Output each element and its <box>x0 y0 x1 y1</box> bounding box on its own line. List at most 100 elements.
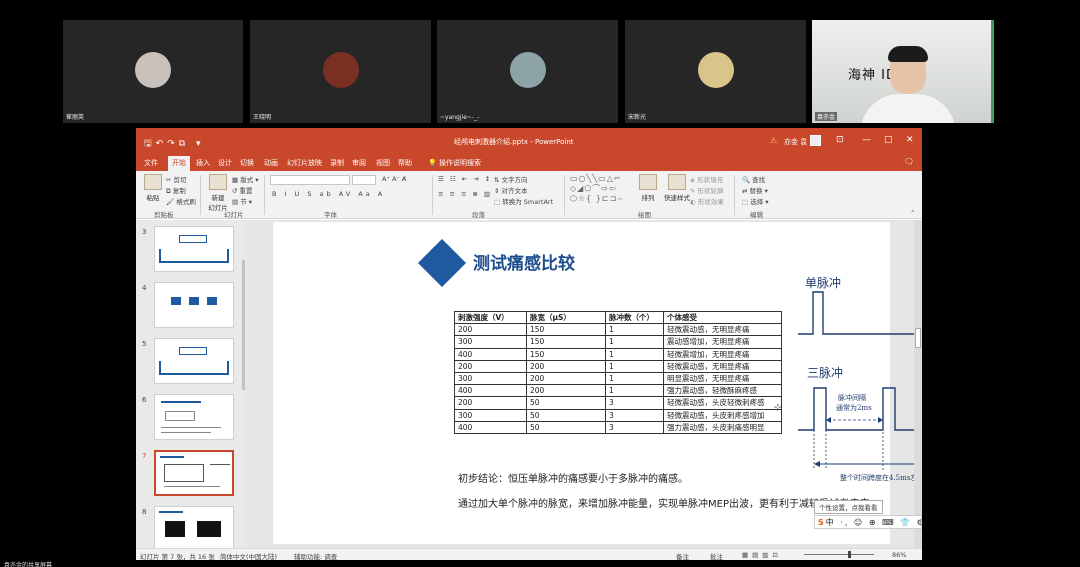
align-buttons[interactable]: ≡ ≡ ≡ ≣ ▥ <box>438 190 492 198</box>
close-button[interactable]: ✕ <box>906 135 914 145</box>
slide-thumbnail[interactable]: 8 <box>136 506 246 554</box>
conclusion-text-1[interactable]: 初步结论：恒压单脉冲的痛感要小于多脉冲的痛感。 <box>458 470 688 485</box>
participant-tile[interactable]: 宋新光 <box>625 20 806 123</box>
tab-insert[interactable]: 插入 <box>196 158 210 168</box>
warning-icon[interactable]: ⚠ <box>770 136 777 145</box>
font-size-grow-icon[interactable]: A⁺ A⁻ A̸ <box>382 175 406 183</box>
tab-file[interactable]: 文件 <box>144 158 158 168</box>
accessibility-status[interactable]: 辅助功能: 调查 <box>294 551 337 560</box>
header-pulse-width: 脉宽（μS） <box>526 310 606 325</box>
slide-scrollbar[interactable] <box>914 220 922 548</box>
slide-thumbnail[interactable]: 6 <box>136 394 246 442</box>
arrange-button[interactable]: 排列 <box>638 174 658 202</box>
document-title: 经颅电刺激器介绍.pptx - PowerPoint <box>454 138 574 146</box>
group-label-clipboard: 剪贴板 <box>154 211 174 219</box>
slide-thumbnail[interactable]: 4 <box>136 282 246 330</box>
quick-styles-button[interactable]: 快速样式 <box>663 174 691 202</box>
thumbnail-number: 3 <box>142 228 147 236</box>
table-cell: 震动感增加，无明显疼痛 <box>663 335 782 349</box>
cut-label: 剪切 <box>173 176 187 184</box>
comment-icon[interactable]: 🗨 <box>904 157 914 166</box>
participant-avatar <box>135 52 171 88</box>
paste-button[interactable]: 粘贴 <box>142 174 164 202</box>
participant-tile[interactable]: ~yangjie~-_- <box>437 20 618 123</box>
font-family-select[interactable] <box>270 175 350 185</box>
shape-fill-button[interactable]: ◈ 形状填充 <box>690 174 723 184</box>
slide-thumbnail[interactable]: 5 <box>136 338 246 386</box>
thumbnail-image <box>154 282 234 328</box>
group-label-editing: 编辑 <box>750 211 763 219</box>
list-buttons[interactable]: ☰ ☷ ⇤ ⇥ ↕ <box>438 175 492 183</box>
view-buttons[interactable]: ▦▤▥⊡ <box>742 551 782 559</box>
comments-button[interactable]: 批注 <box>710 551 723 560</box>
slide-title[interactable]: 测试痛感比较 <box>473 249 575 274</box>
tab-view[interactable]: 视图 <box>376 158 390 168</box>
table-cell: 1 <box>605 384 664 398</box>
participant-tile[interactable]: 王晓明 <box>250 20 431 123</box>
collapse-ribbon-icon[interactable]: ⌃ <box>910 209 915 217</box>
cut-button[interactable]: ✂ 剪切 <box>166 174 187 184</box>
font-size-select[interactable] <box>352 175 376 185</box>
table-row: 400 200 1 强力震动感，轻微酥麻疼感 <box>454 384 782 398</box>
tell-me-search[interactable]: 💡 操作说明搜索 <box>428 158 481 168</box>
participant-tile[interactable]: 崔丽英 <box>63 20 243 123</box>
participant-video-tile[interactable]: 海神 IDON 袁亦金 <box>812 20 994 123</box>
title-bar: 🖫↶↷⧉ ▾ 经颅电刺激器介绍.pptx - PowerPoint ⚠ 亦金 袁… <box>136 128 922 155</box>
tab-transitions[interactable]: 切换 <box>240 158 254 168</box>
quick-styles-icon <box>668 174 686 190</box>
user-name[interactable]: 亦金 袁 <box>784 137 807 147</box>
shape-outline-button[interactable]: ✎ 形状轮廓 <box>690 185 724 195</box>
current-slide[interactable]: 测试痛感比较 刺激强度（V） 脉宽（μS） 脉冲数（个） 个体感受 200 150… <box>273 222 922 544</box>
language-status[interactable]: 简体中文(中国大陆) <box>220 551 277 560</box>
quick-access-toolbar[interactable]: 🖫↶↷⧉ ▾ <box>144 136 205 152</box>
section-button[interactable]: ▤ 节 ▾ <box>232 196 252 206</box>
zoom-slider-thumb[interactable] <box>848 551 851 558</box>
new-slide-button[interactable]: 新建 幻灯片 <box>206 174 230 212</box>
span-arrowhead-left <box>814 461 820 467</box>
table-cell: 400 <box>454 420 527 434</box>
span-label: 整个时间跨度在4.5ms左右 <box>840 473 922 482</box>
user-avatar-icon[interactable] <box>810 135 821 146</box>
align-text-button[interactable]: ⇕ 对齐文本 <box>494 185 528 195</box>
copy-button[interactable]: ⧉ 复制 <box>166 185 186 196</box>
table-cell: 轻微震动感，头皮刺疼感增加 <box>663 408 782 422</box>
find-button[interactable]: 🔍 查找 <box>742 174 765 184</box>
slide-thumbnail[interactable]: 3 <box>136 226 246 274</box>
layout-button[interactable]: ▦ 版式 ▾ <box>232 174 259 184</box>
text-direction-button[interactable]: ⇅ 文字方向 <box>494 174 528 184</box>
font-format-buttons[interactable]: B I U S ab AV Aa A <box>272 190 385 198</box>
tab-review[interactable]: 审阅 <box>352 158 366 168</box>
ime-toolbar[interactable]: S中 ·, ☺ ⊕ ⌨ 👕 ⚙ <box>814 515 922 529</box>
tab-animations[interactable]: 动画 <box>264 158 278 168</box>
shapes-gallery[interactable]: ▭○╲╲▭△⌐ ◇◢⬠⌒⇨⇦ ⬡☆{ }⊏⊐⌢ <box>570 174 634 204</box>
replace-button[interactable]: ⇄ 替换 ▾ <box>742 185 768 195</box>
format-painter-button[interactable]: 🖌 格式刷 <box>166 196 196 206</box>
zoom-slider[interactable] <box>804 554 874 555</box>
reset-button[interactable]: ↺ 重置 <box>232 185 253 195</box>
thumbnail-number: 6 <box>142 396 147 404</box>
tab-help[interactable]: 帮助 <box>398 158 412 168</box>
participant-name: 王晓明 <box>253 114 272 121</box>
table-cell: 3 <box>605 408 664 422</box>
select-button[interactable]: ⬚ 选择 ▾ <box>742 196 769 206</box>
shape-effects-button[interactable]: ◐ 形状效果 <box>690 196 724 206</box>
smartart-button[interactable]: ⬚ 转换为 SmartArt <box>494 196 553 206</box>
arrange-label: 排列 <box>641 194 655 202</box>
tab-record[interactable]: 录制 <box>330 158 344 168</box>
tab-slideshow[interactable]: 幻灯片放映 <box>287 158 322 168</box>
zoom-level[interactable]: 86% <box>892 551 906 559</box>
table-cell: 150 <box>526 323 606 337</box>
slide-scrollbar-thumb[interactable] <box>915 328 921 348</box>
notes-button[interactable]: 备注 <box>676 551 689 560</box>
pain-comparison-table[interactable]: 刺激强度（V） 脉宽（μS） 脉冲数（个） 个体感受 200 150 1 轻微震动感，… <box>454 310 782 434</box>
thumbnail-scrollbar[interactable] <box>242 260 245 390</box>
thumbnail-image <box>154 338 234 384</box>
thumbnail-image <box>154 506 234 552</box>
ribbon-display-icon[interactable]: ⊡ <box>836 135 844 145</box>
align-text-label: 对齐文本 <box>501 187 528 195</box>
maximize-button[interactable]: □ <box>884 135 893 145</box>
tab-design[interactable]: 设计 <box>218 158 232 168</box>
tab-home[interactable]: 开始 <box>168 156 190 171</box>
slide-thumbnail-active[interactable]: 7 <box>136 450 246 498</box>
minimize-button[interactable]: — <box>862 135 871 145</box>
